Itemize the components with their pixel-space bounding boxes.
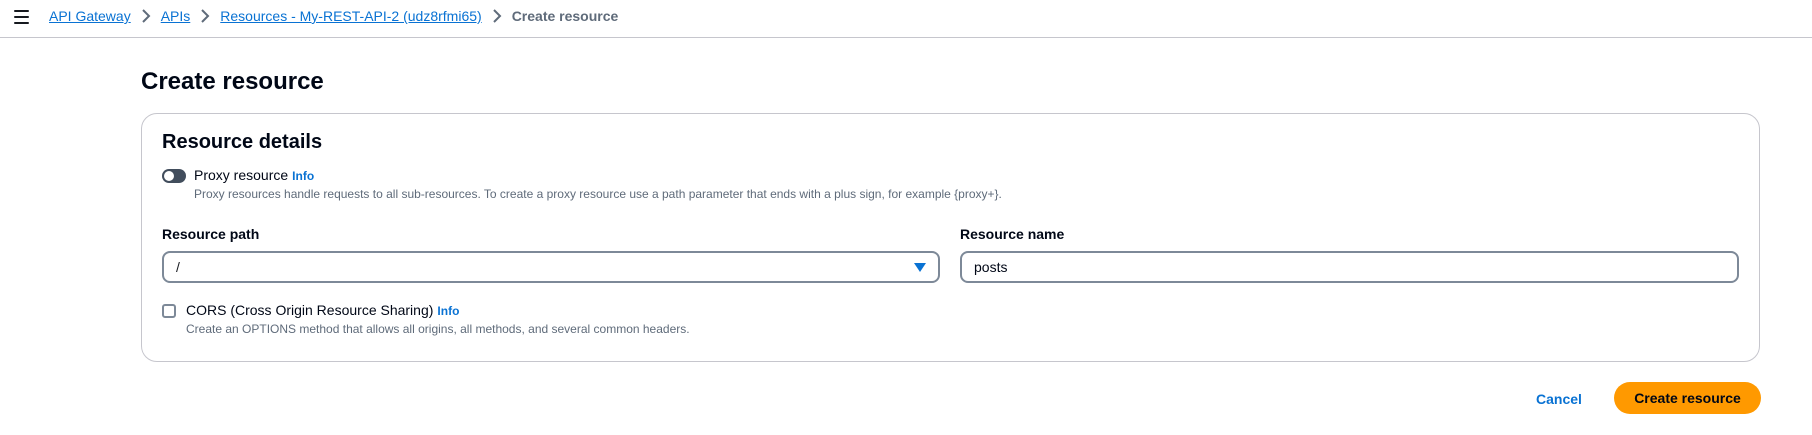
breadcrumb-current: Create resource — [511, 8, 619, 24]
proxy-resource-label: Proxy resource Info — [194, 167, 314, 183]
proxy-resource-description: Proxy resources handle requests to all s… — [194, 187, 1002, 201]
breadcrumb-api-gateway[interactable]: API Gateway — [49, 8, 131, 24]
cors-label: CORS (Cross Origin Resource Sharing) Info — [186, 302, 459, 318]
resource-details-heading: Resource details — [162, 131, 323, 153]
resource-path-select[interactable]: / — [162, 251, 940, 283]
toggle-knob — [164, 171, 174, 181]
cors-description: Create an OPTIONS method that allows all… — [186, 322, 690, 336]
breadcrumb: API Gateway APIs Resources - My-REST-API… — [49, 8, 618, 24]
top-navigation-bar: API Gateway APIs Resources - My-REST-API… — [0, 0, 1812, 38]
resource-path-label: Resource path — [162, 226, 260, 242]
cors-label-text: CORS (Cross Origin Resource Sharing) — [186, 302, 434, 318]
proxy-resource-label-text: Proxy resource — [194, 167, 289, 183]
proxy-resource-toggle[interactable] — [162, 169, 186, 183]
cors-info-link[interactable]: Info — [437, 304, 459, 318]
cancel-button[interactable]: Cancel — [1524, 383, 1594, 415]
resource-details-container: Resource details Proxy resource Info Prox… — [141, 113, 1760, 362]
resource-name-label: Resource name — [960, 226, 1065, 242]
breadcrumb-resources[interactable]: Resources - My-REST-API-2 (udz8rfmi65) — [220, 8, 481, 24]
caret-down-icon — [914, 263, 926, 272]
resource-name-input[interactable] — [960, 251, 1739, 283]
resource-path-value: / — [176, 259, 180, 275]
page-title: Create resource — [141, 68, 324, 95]
proxy-info-link[interactable]: Info — [292, 169, 314, 183]
chevron-right-icon — [141, 9, 151, 23]
create-resource-button[interactable]: Create resource — [1614, 382, 1761, 414]
breadcrumb-apis[interactable]: APIs — [161, 8, 191, 24]
hamburger-menu-icon[interactable] — [14, 10, 29, 24]
cors-checkbox[interactable] — [162, 304, 176, 318]
chevron-right-icon — [492, 9, 502, 23]
chevron-right-icon — [201, 9, 210, 23]
